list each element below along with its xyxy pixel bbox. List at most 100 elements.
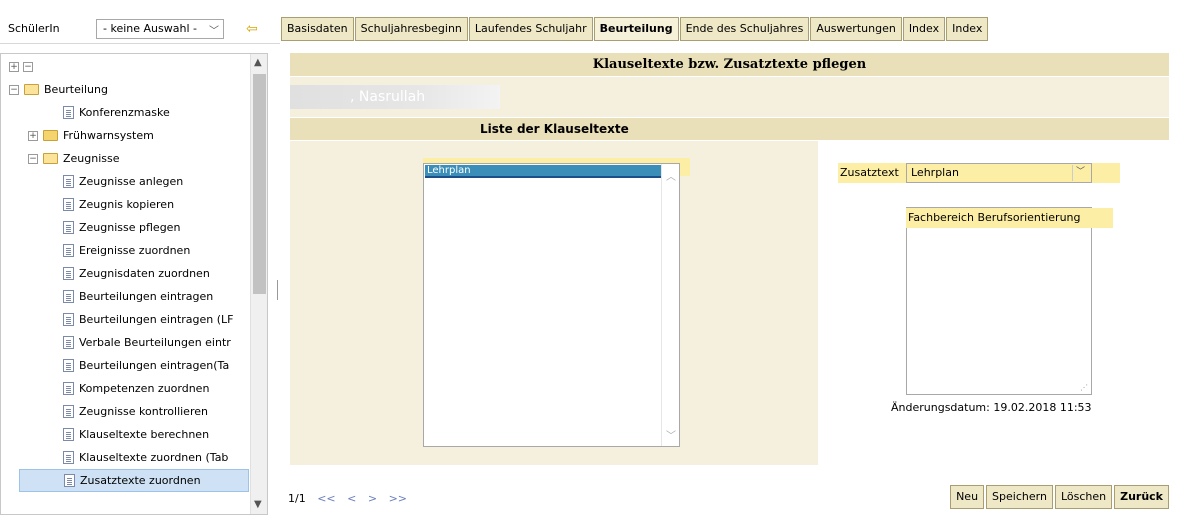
arrow-left-icon[interactable]: ⇦ [246, 21, 258, 37]
tab-auswertungen[interactable]: Auswertungen [810, 17, 902, 41]
collapse-all-icon[interactable]: − [23, 62, 33, 72]
new-button[interactable]: Neu [950, 485, 985, 509]
tree-item[interactable]: Zeugnisse pflegen [63, 216, 180, 239]
tree-item[interactable]: − Beurteilung [9, 78, 108, 101]
first-page-icon[interactable]: << [317, 492, 335, 505]
document-icon [63, 267, 74, 280]
change-date: Änderungsdatum: 19.02.2018 11:53 [891, 401, 1092, 414]
tree-item[interactable]: + Frühwarnsystem [28, 124, 154, 147]
chevron-down-icon: ﹀ [209, 26, 219, 37]
tree-item[interactable]: Beurteilungen eintragen (LF [63, 308, 234, 331]
document-icon [63, 221, 74, 234]
expand-all-icon[interactable]: + [9, 62, 19, 72]
tree-item[interactable]: Zeugnisse kontrollieren [63, 400, 208, 423]
tree-item-label: Beurteilung [44, 83, 108, 96]
tree-item-label: Beurteilungen eintragen [79, 290, 214, 303]
sidebar-scrollbar[interactable]: ▲ ▼ [250, 54, 267, 514]
list-header: Liste der Klauseltexte [290, 118, 1169, 140]
tree-item-label: Konferenzmaske [79, 106, 170, 119]
scroll-down-icon[interactable]: ▼ [254, 499, 262, 510]
tab-basisdaten[interactable]: Basisdaten [281, 17, 354, 41]
footer-bar: 1/1 << < > >> Neu Speichern Löschen Zurü… [288, 465, 1169, 515]
tree-controls: + − [9, 62, 33, 72]
student-name-row: , Nasrullah [290, 77, 1169, 117]
tree-item-label: Zeugnisse anlegen [79, 175, 184, 188]
tree-item-label: Frühwarnsystem [63, 129, 154, 142]
tree-item[interactable]: Klauseltexte berechnen [63, 423, 209, 446]
top-tabs: Basisdaten Schuljahresbeginn Laufendes S… [281, 17, 989, 41]
scroll-down-icon[interactable]: ﹀ [666, 427, 676, 442]
tree-item[interactable]: Klauseltexte zuordnen (Tab [63, 446, 228, 469]
tree-item[interactable]: Zeugnisse anlegen [63, 170, 183, 193]
tree-item[interactable]: Zeugnisdaten zuordnen [63, 262, 210, 285]
tree-item[interactable]: Kompetenzen zuordnen [63, 377, 209, 400]
collapse-icon[interactable]: − [28, 153, 38, 164]
tree-item[interactable]: Beurteilungen eintragen [63, 285, 213, 308]
tab-ende-des-schuljahres[interactable]: Ende des Schuljahres [679, 17, 810, 41]
scrollbar-thumb[interactable] [253, 74, 266, 294]
pane-splitter[interactable] [277, 280, 278, 300]
folder-open-icon [24, 84, 39, 95]
folder-open-icon [43, 153, 58, 164]
student-selector-bar: SchülerIn - keine Auswahl - ﹀ ⇦ [0, 0, 280, 44]
tab-schuljahresbeginn[interactable]: Schuljahresbeginn [354, 17, 468, 41]
action-buttons: Neu Speichern Löschen Zurück [950, 485, 1169, 509]
student-select[interactable]: - keine Auswahl - ﹀ [96, 19, 224, 39]
tab-laufendes-schuljahr[interactable]: Laufendes Schuljahr [468, 17, 593, 41]
klausel-scrollbar[interactable]: ︿ ﹀ [661, 164, 679, 446]
klausel-listbox[interactable]: Lehrplan ︿ ﹀ [423, 163, 680, 447]
list-item[interactable]: Lehrplan [425, 165, 661, 178]
student-name: , Nasrullah [290, 85, 500, 109]
document-icon [63, 198, 74, 211]
zusatz-select[interactable]: Lehrplan ﹀ [906, 163, 1092, 183]
tree-item-label: Beurteilungen eintragen(Ta [79, 359, 230, 372]
page-indicator: 1/1 [288, 492, 306, 505]
tree-item-label: Verbale Beurteilungen eintr [79, 336, 231, 349]
collapse-icon[interactable]: − [9, 84, 19, 95]
tree-item[interactable]: Verbale Beurteilungen eintr [63, 331, 231, 354]
zusatztext-textarea[interactable]: ⋰ [906, 207, 1092, 395]
tree-item[interactable]: − Zeugnisse [28, 147, 120, 170]
delete-button[interactable]: Löschen [1054, 485, 1113, 509]
document-icon [63, 359, 74, 372]
tree-item-label: Klauseltexte zuordnen (Tab [79, 451, 229, 464]
tree-item-label: Zeugnisdaten zuordnen [79, 267, 210, 280]
document-icon [63, 336, 74, 349]
tab-beurteilung[interactable]: Beurteilung [593, 17, 679, 41]
tree-item[interactable]: Beurteilungen eintragen(Ta [63, 354, 229, 377]
content-area: Lehrplan ︿ ﹀ Zusatztext Lehrplan ﹀ ⋰ Fac… [290, 141, 1169, 465]
document-icon [63, 313, 74, 326]
zusatz-select-value: Lehrplan [911, 166, 959, 179]
save-button[interactable]: Speichern [986, 485, 1053, 509]
tab-index-1[interactable]: Index [902, 17, 946, 41]
scroll-up-icon[interactable]: ▲ [254, 57, 262, 68]
tree-item-label: Zeugnis kopieren [79, 198, 175, 211]
expand-icon[interactable]: + [28, 130, 38, 141]
tree-item-label: Zusatztexte zuordnen [80, 474, 201, 487]
folder-icon [43, 130, 58, 141]
list-header-label: Liste der Klauseltexte [480, 122, 629, 136]
zusatz-label: Zusatztext [840, 166, 899, 179]
scroll-up-icon[interactable]: ︿ [666, 168, 676, 183]
tree-item[interactable]: Konferenzmaske [63, 101, 170, 124]
document-icon [63, 106, 74, 119]
prev-page-icon[interactable]: < [347, 492, 356, 505]
tree-item[interactable]: Zusatztexte zuordnen [19, 469, 249, 492]
navigation-tree: + − − Beurteilung Konferenzmaske + Frühwarns… [0, 53, 268, 515]
student-label: SchülerIn [8, 22, 60, 35]
resize-grip-icon[interactable]: ⋰ [1080, 383, 1088, 392]
student-select-value: - keine Auswahl - [103, 22, 197, 35]
back-button[interactable]: Zurück [1114, 485, 1169, 509]
page-title: Klauseltexte bzw. Zusatztexte pflegen [290, 53, 1169, 76]
chevron-down-icon: ﹀ [1072, 165, 1088, 181]
last-page-icon[interactable]: >> [389, 492, 407, 505]
document-icon [63, 290, 74, 303]
tab-index-2[interactable]: Index [946, 17, 989, 41]
tree-item[interactable]: Ereignisse zuordnen [63, 239, 190, 262]
next-page-icon[interactable]: > [368, 492, 377, 505]
document-icon [63, 428, 74, 441]
tree-item-label: Klauseltexte berechnen [79, 428, 210, 441]
tree-item[interactable]: Zeugnis kopieren [63, 193, 174, 216]
tree-item-label: Beurteilungen eintragen (LF [79, 313, 234, 326]
zusatztext-value[interactable]: Fachbereich Berufsorientierung [908, 211, 1081, 224]
